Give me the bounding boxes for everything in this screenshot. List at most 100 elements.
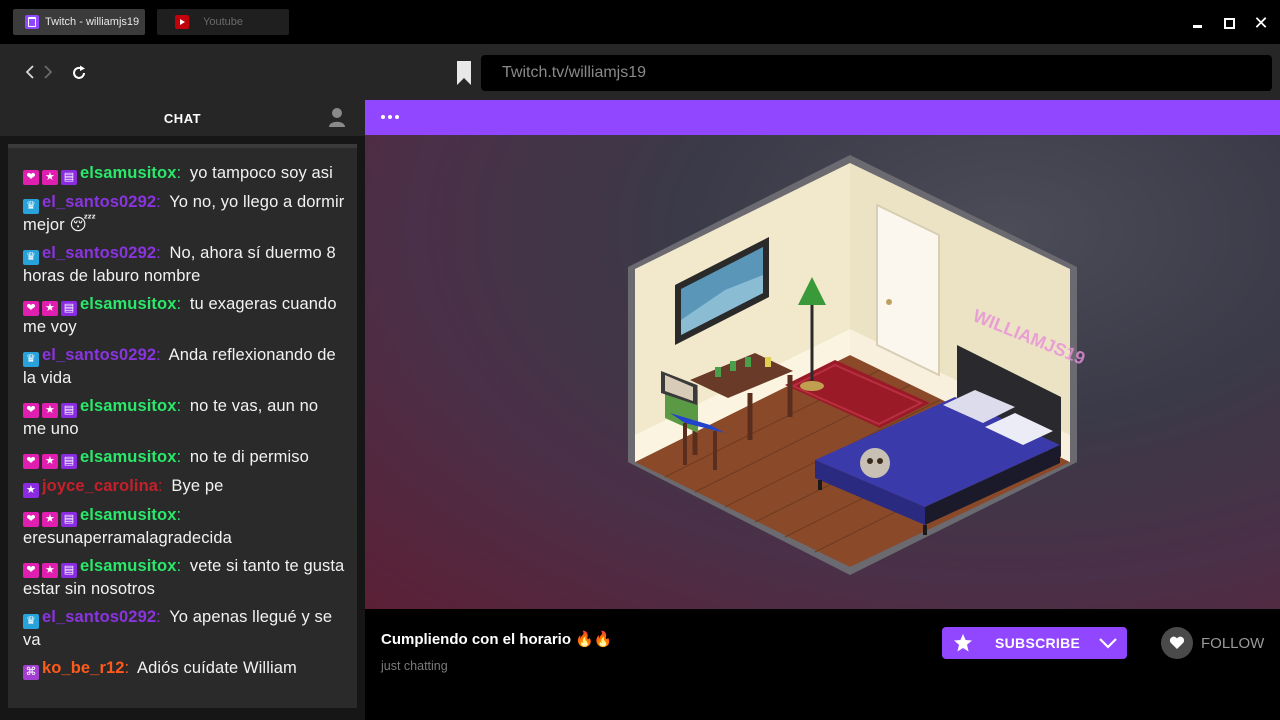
stream-category[interactable]: just chatting: [381, 659, 448, 673]
chat-text: Bye pe: [171, 477, 224, 495]
chat-username[interactable]: elsamusitox: [80, 557, 176, 575]
crown-badge-icon: ♛: [23, 250, 39, 265]
user-list-icon[interactable]: [328, 107, 346, 127]
subscribe-label: SUBSCRIBE: [995, 635, 1081, 651]
minimize-icon: [1192, 25, 1202, 28]
chat-message: ♛ el_santos0292: Anda reflexionando de la…: [23, 344, 345, 389]
chat-colon: :: [156, 346, 161, 364]
chat-messages[interactable]: ❤ ★ ▤ elsamusitox: yo tampoco soy asi ♛ el_sa…: [8, 144, 357, 708]
maximize-icon: [1223, 17, 1235, 29]
close-button[interactable]: ✕: [1250, 12, 1272, 34]
youtube-icon: [175, 15, 189, 29]
crown-badge-icon: ♛: [23, 352, 39, 367]
maximize-button[interactable]: [1218, 12, 1240, 34]
url-bar[interactable]: Twitch.tv/williamjs19: [481, 55, 1272, 91]
chat-colon: :: [156, 193, 161, 211]
chat-username[interactable]: elsamusitox: [80, 164, 176, 182]
chevron-down-icon[interactable]: [1098, 637, 1118, 649]
reload-icon[interactable]: [70, 64, 88, 82]
chat-title: CHAT: [163, 110, 202, 126]
chat-text: Adiós cuídate William: [137, 659, 297, 677]
chat-message: ♛ el_santos0292: Yo apenas llegué y se va: [23, 606, 345, 651]
star-badge-icon: ★: [42, 454, 58, 469]
chat-username[interactable]: joyce_carolina: [42, 477, 158, 495]
crown-badge-icon: ♛: [23, 614, 39, 629]
close-icon: ✕: [1253, 12, 1269, 33]
book-badge-icon: ▤: [61, 563, 77, 578]
navigation-bar: Twitch.tv/williamjs19: [0, 44, 1280, 100]
more-options-icon[interactable]: [381, 115, 399, 119]
stream-title: Cumpliendo con el horario 🔥🔥: [381, 631, 613, 648]
chat-colon: :: [156, 244, 161, 262]
chat-message: ⌘ ko_be_r12: Adiós cuídate William: [23, 657, 345, 680]
heart-badge-icon: ❤: [23, 512, 39, 527]
chat-text: yo tampoco soy asi: [189, 164, 333, 182]
video-toolbar: [365, 100, 1280, 135]
chat-message: ❤ ★ ▤ elsamusitox: vete si tanto te gusta e…: [23, 555, 345, 600]
chat-colon: :: [158, 477, 163, 495]
forward-arrow-icon[interactable]: [42, 64, 54, 80]
chat-message: ❤ ★ ▤ elsamusitox: no te vas, aun no me uno: [23, 395, 345, 440]
chat-colon: :: [176, 164, 182, 182]
bookmark-icon[interactable]: [456, 60, 472, 86]
back-arrow-icon[interactable]: [24, 64, 36, 80]
subscribe-button[interactable]: SUBSCRIBE: [942, 627, 1127, 659]
heart-icon: [1161, 627, 1193, 659]
heart-badge-icon: ❤: [23, 563, 39, 578]
star-icon: [954, 634, 972, 652]
chat-message: ♛ el_santos0292: No, ahora sí duermo 8 ho…: [23, 242, 345, 287]
chat-colon: :: [176, 397, 182, 415]
tab-label: Youtube: [203, 16, 243, 28]
heart-badge-icon: ❤: [23, 301, 39, 316]
chat-username[interactable]: el_santos0292: [42, 608, 156, 626]
book-badge-icon: ▤: [61, 454, 77, 469]
chat-header: CHAT: [0, 100, 365, 136]
chat-username[interactable]: ko_be_r12: [42, 659, 125, 677]
star-badge-icon: ★: [42, 170, 58, 185]
chat-message: ★ joyce_carolina: Bye pe: [23, 475, 345, 498]
chat-username[interactable]: el_santos0292: [42, 193, 156, 211]
heart-badge-icon: ❤: [23, 170, 39, 185]
chat-username[interactable]: elsamusitox: [80, 448, 176, 466]
chat-username[interactable]: el_santos0292: [42, 244, 156, 262]
stream-info-bar: Cumpliendo con el horario 🔥🔥 just chatti…: [365, 609, 1280, 720]
chat-colon: :: [176, 295, 182, 313]
video-player[interactable]: WILLIAMJS19: [365, 135, 1280, 609]
chat-message: ♛ el_santos0292: Yo no, yo llego a dormir…: [23, 191, 345, 236]
follow-label: FOLLOW: [1201, 634, 1265, 652]
book-badge-icon: ▤: [61, 403, 77, 418]
follow-button[interactable]: FOLLOW: [1161, 627, 1264, 659]
chat-text: eresunaperramalagradecida: [23, 529, 232, 547]
minimize-button[interactable]: [1186, 12, 1208, 34]
isometric-room-illustration: WILLIAMJS19: [628, 155, 1088, 575]
title-bar: Twitch - williamjs19 Youtube ✕: [0, 0, 1280, 44]
heart-badge-icon: ❤: [23, 403, 39, 418]
chat-username[interactable]: elsamusitox: [80, 295, 176, 313]
url-text: Twitch.tv/williamjs19: [502, 64, 647, 81]
chat-message: ❤ ★ ▤ elsamusitox: eresunaperramalagradecid…: [23, 504, 345, 549]
chat-text: no te di permiso: [189, 448, 309, 466]
chat-username[interactable]: el_santos0292: [42, 346, 156, 364]
chat-colon: :: [176, 448, 182, 466]
chat-message: ❤ ★ ▤ elsamusitox: yo tampoco soy asi: [23, 162, 345, 185]
twitch-icon: [25, 15, 39, 29]
star-badge-icon: ★: [42, 512, 58, 527]
chat-username[interactable]: elsamusitox: [80, 397, 176, 415]
tab-label: Twitch - williamjs19: [45, 16, 140, 28]
heart-badge-icon: ❤: [23, 454, 39, 469]
chat-colon: :: [124, 659, 130, 677]
book-badge-icon: ▤: [61, 301, 77, 316]
chat-username[interactable]: elsamusitox: [80, 506, 176, 524]
tab-twitch[interactable]: Twitch - williamjs19: [13, 9, 145, 35]
chat-message: ❤ ★ ▤ elsamusitox: no te di permiso: [23, 446, 345, 469]
tab-youtube[interactable]: Youtube: [157, 9, 289, 35]
book-badge-icon: ▤: [61, 170, 77, 185]
book-badge-icon: ▤: [61, 512, 77, 527]
chat-colon: :: [156, 608, 161, 626]
star-badge-icon: ★: [42, 563, 58, 578]
crown-badge-icon: ♛: [23, 199, 39, 214]
star-badge-icon: ★: [42, 403, 58, 418]
sub-badge-icon: ⌘: [23, 665, 39, 680]
star-badge-icon: ★: [42, 301, 58, 316]
pstar-badge-icon: ★: [23, 483, 39, 498]
